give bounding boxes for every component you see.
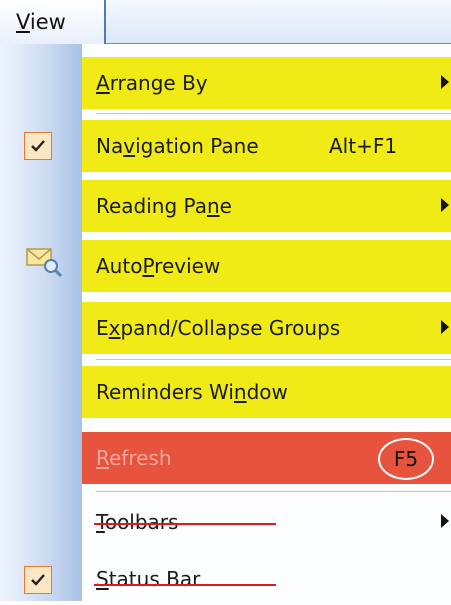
menu-item-label: Navigation Pane (96, 134, 259, 158)
menu-separator (96, 113, 451, 114)
menu-item-label: Status Bar (96, 567, 201, 591)
checkmark-icon (24, 132, 52, 160)
menu-item-label: Arrange By (96, 71, 208, 95)
view-menu-label: View (16, 10, 66, 34)
shortcut-label: F5 (378, 438, 434, 480)
menu-item-autopreview[interactable]: AutoPreview (82, 240, 451, 292)
menu-item-expand-collapse-groups[interactable]: Expand/Collapse Groups (82, 302, 451, 354)
menu-bar: View (0, 0, 451, 44)
view-menu-button[interactable]: View (0, 0, 106, 44)
menu-item-label: AutoPreview (96, 254, 221, 278)
mail-preview-icon (26, 248, 63, 278)
menu-icon-gutter (0, 44, 82, 601)
strikethrough-mark (94, 523, 276, 525)
menu-item-arrange-by[interactable]: Arrange By (82, 57, 451, 109)
strikethrough-mark (94, 584, 276, 586)
menu-item-reading-pane[interactable]: Reading Pane (82, 180, 451, 232)
checkmark-icon (24, 566, 52, 594)
submenu-arrow-icon (441, 198, 449, 212)
menu-item-label: Toolbars (96, 510, 179, 534)
submenu-arrow-icon (441, 514, 449, 528)
menu-item-refresh[interactable]: Refresh F5 (82, 432, 451, 484)
access-key: V (16, 10, 30, 34)
menu-item-toolbars[interactable]: Toolbars (82, 496, 451, 548)
menu-item-label: Expand/Collapse Groups (96, 316, 341, 340)
menu-item-navigation-pane[interactable]: Navigation Pane Alt+F1 (82, 120, 451, 172)
menu-item-label: Refresh (96, 446, 172, 470)
submenu-arrow-icon (441, 75, 449, 89)
menu-item-label: Reminders Window (96, 380, 288, 404)
submenu-arrow-icon (441, 320, 449, 334)
menu-separator (96, 359, 451, 360)
menu-separator (96, 491, 451, 492)
menu-item-reminders-window[interactable]: Reminders Window (82, 366, 451, 418)
menu-item-label: Reading Pane (96, 194, 232, 218)
menu-item-status-bar[interactable]: Status Bar (82, 553, 451, 605)
shortcut-label: Alt+F1 (329, 134, 398, 158)
